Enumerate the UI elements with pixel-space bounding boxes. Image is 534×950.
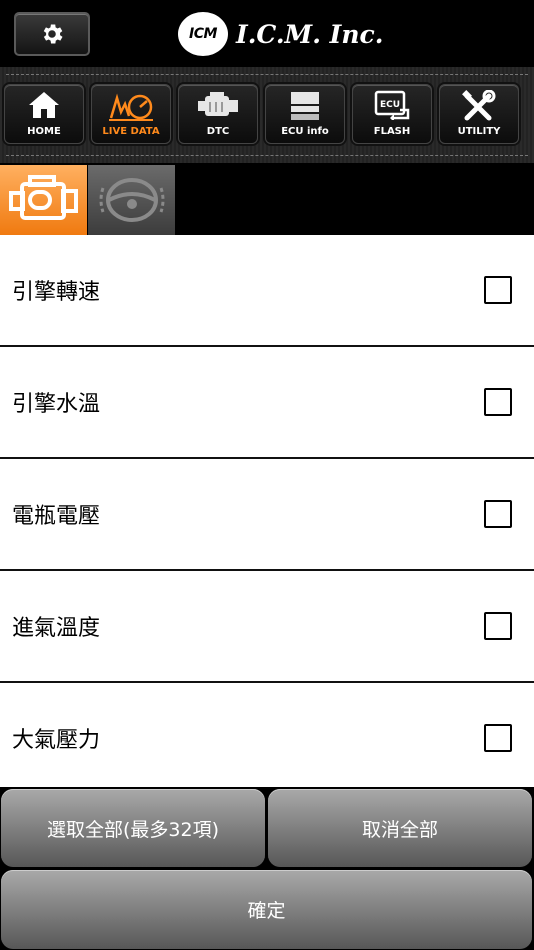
svg-text:ECU: ECU	[380, 100, 400, 110]
checkbox[interactable]	[484, 276, 512, 304]
nav-live-data-button[interactable]: LIVE DATA	[91, 84, 171, 144]
nav-ecu-info-button[interactable]: ECU info	[265, 84, 345, 144]
gear-icon	[43, 24, 63, 44]
nav-label: HOME	[27, 126, 61, 137]
nav-label: UTILITY	[457, 126, 501, 137]
utility-icon	[440, 90, 518, 122]
list-item-label: 大氣壓力	[12, 728, 101, 753]
live-data-list: 引擎轉速 引擎水溫 電瓶電壓 進氣溫度 大氣壓力	[0, 235, 534, 795]
home-icon	[5, 90, 83, 120]
tab-engine[interactable]	[0, 165, 87, 235]
engine-icon	[8, 175, 78, 220]
engine-icon	[179, 90, 257, 120]
list-item[interactable]: 引擎轉速	[0, 235, 534, 347]
sub-tab-bar	[0, 163, 534, 235]
list-item[interactable]: 進氣溫度	[0, 571, 534, 683]
live-data-icon	[92, 90, 170, 122]
steering-wheel-icon	[99, 178, 164, 222]
list-item-label: 進氣溫度	[12, 616, 101, 641]
nav-label: ECU info	[281, 126, 329, 137]
main-nav: HOME LIVE DATA DTC ECU info ECU FLASH UT…	[0, 67, 534, 163]
brand-logo: ICM I.C.M. Inc.	[178, 12, 383, 56]
app-header: ICM I.C.M. Inc.	[0, 0, 534, 67]
cancel-all-button[interactable]: 取消全部	[268, 789, 532, 867]
nav-dtc-button[interactable]: DTC	[178, 84, 258, 144]
nav-label: FLASH	[373, 126, 411, 137]
nav-label: LIVE DATA	[102, 126, 160, 137]
nav-label: DTC	[206, 126, 230, 137]
list-item-label: 引擎轉速	[12, 280, 101, 305]
checkbox[interactable]	[484, 388, 512, 416]
tab-chassis[interactable]	[88, 165, 175, 235]
nav-utility-button[interactable]: UTILITY	[439, 84, 519, 144]
list-item[interactable]: 電瓶電壓	[0, 459, 534, 571]
list-item[interactable]: 引擎水溫	[0, 347, 534, 459]
ecu-info-icon	[266, 90, 344, 122]
list-item-label: 電瓶電壓	[12, 504, 101, 529]
logo-badge: ICM	[178, 12, 228, 56]
logo-text: I.C.M. Inc.	[236, 19, 384, 49]
list-item-label: 引擎水溫	[12, 392, 101, 417]
nav-flash-button[interactable]: ECU FLASH	[352, 84, 432, 144]
checkbox[interactable]	[484, 612, 512, 640]
action-bar: 選取全部(最多32項) 取消全部 確定	[0, 787, 534, 950]
list-item[interactable]: 大氣壓力	[0, 683, 534, 795]
checkbox[interactable]	[484, 724, 512, 752]
confirm-button[interactable]: 確定	[1, 870, 532, 949]
settings-button[interactable]	[14, 12, 90, 56]
select-all-button[interactable]: 選取全部(最多32項)	[1, 789, 265, 867]
nav-home-button[interactable]: HOME	[4, 84, 84, 144]
checkbox[interactable]	[484, 500, 512, 528]
flash-icon: ECU	[353, 90, 431, 120]
